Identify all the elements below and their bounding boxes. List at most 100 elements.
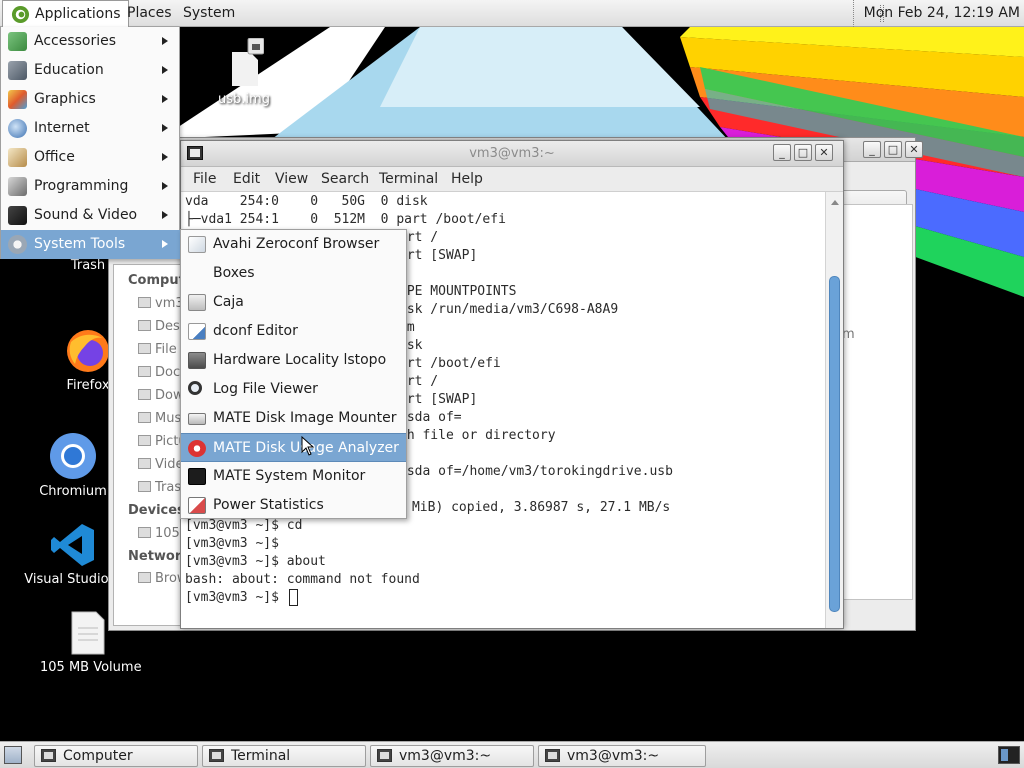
desktop-icon-label: Trash bbox=[70, 258, 106, 273]
computer-icon bbox=[41, 749, 56, 762]
taskbar-item-label: vm3@vm3:~ bbox=[399, 748, 492, 764]
sidebar-item[interactable]: Vide bbox=[138, 457, 183, 472]
close-button[interactable]: ✕ bbox=[905, 141, 923, 158]
submenu-arrow-icon bbox=[162, 66, 172, 74]
graphics-icon bbox=[8, 90, 27, 109]
submenu-item-dconf-editor[interactable]: dconf Editor bbox=[181, 317, 406, 346]
clock[interactable]: Mon Feb 24, 12:19 AM bbox=[852, 0, 1020, 27]
terminal-titlebar[interactable]: vm3@vm3:~ _ □ ✕ bbox=[181, 141, 843, 167]
taskbar-item-terminal[interactable]: Terminal bbox=[202, 745, 366, 767]
terminal-line: [vm3@vm3 ~]$ bbox=[185, 590, 287, 605]
folder-icon bbox=[138, 297, 151, 308]
taskbar-item-label: Computer bbox=[63, 748, 133, 764]
submenu-item-avahi[interactable]: Avahi Zeroconf Browser bbox=[181, 230, 406, 259]
menu-edit[interactable]: Edit bbox=[233, 171, 260, 187]
submenu-arrow-icon bbox=[162, 153, 172, 161]
menu-view[interactable]: View bbox=[275, 171, 308, 187]
menu-item-internet[interactable]: Internet bbox=[1, 114, 180, 143]
disk-mounter-icon bbox=[188, 413, 206, 425]
sidebar-item[interactable]: vm3 bbox=[138, 296, 184, 311]
desktop-icon-label: Firefox bbox=[66, 378, 110, 393]
taskbar-item-label: vm3@vm3:~ bbox=[567, 748, 660, 764]
taskbar-item-vm3-terminal-2[interactable]: vm3@vm3:~ bbox=[538, 745, 706, 767]
sidebar-item[interactable]: Dow bbox=[138, 388, 184, 403]
caja-icon bbox=[188, 294, 206, 311]
applications-menu: Accessories Education Graphics Internet … bbox=[0, 27, 180, 259]
folder-icon bbox=[138, 458, 151, 469]
submenu-arrow-icon bbox=[162, 182, 172, 190]
maximize-button[interactable]: □ bbox=[884, 141, 902, 158]
menu-item-label: Internet bbox=[34, 120, 90, 136]
terminal-line: bash: about: command not found bbox=[185, 572, 420, 587]
menu-item-education[interactable]: Education bbox=[1, 56, 180, 85]
folder-icon bbox=[138, 320, 151, 331]
chromium-icon bbox=[50, 433, 96, 479]
close-button[interactable]: ✕ bbox=[815, 144, 833, 161]
menu-item-label: Sound & Video bbox=[34, 207, 138, 223]
menu-item-programming[interactable]: Programming bbox=[1, 172, 180, 201]
lstopo-icon bbox=[188, 352, 206, 369]
menu-item-label: Graphics bbox=[34, 91, 96, 107]
places-menu-button[interactable]: Places bbox=[120, 0, 179, 27]
folder-icon bbox=[138, 435, 151, 446]
network-icon bbox=[138, 572, 151, 583]
menu-item-office[interactable]: Office bbox=[1, 143, 180, 172]
system-menu-button[interactable]: System bbox=[176, 0, 242, 27]
menu-file[interactable]: File bbox=[193, 171, 216, 187]
scroll-up-arrow-icon[interactable] bbox=[831, 196, 839, 205]
submenu-item-label: MATE Disk Image Mounter bbox=[213, 410, 397, 426]
file-view[interactable]: em bbox=[833, 204, 913, 600]
system-tools-icon bbox=[8, 235, 27, 254]
folder-icon bbox=[138, 412, 151, 423]
menu-item-graphics[interactable]: Graphics bbox=[1, 85, 180, 114]
show-desktop-button[interactable] bbox=[4, 746, 22, 764]
sidebar-item[interactable]: Musi bbox=[138, 411, 185, 426]
desktop-icon-label: usb.img bbox=[218, 92, 270, 107]
taskbar-item-computer[interactable]: Computer bbox=[34, 745, 198, 767]
submenu-item-label: Hardware Locality lstopo bbox=[213, 352, 387, 368]
menu-item-system-tools[interactable]: System Tools bbox=[1, 230, 180, 259]
menu-item-label: Education bbox=[34, 62, 104, 78]
education-icon bbox=[8, 61, 27, 80]
minimize-button[interactable]: _ bbox=[773, 144, 791, 161]
sidebar-heading-devices: Devices bbox=[128, 503, 185, 518]
maximize-button[interactable]: □ bbox=[794, 144, 812, 161]
submenu-item-caja[interactable]: Caja bbox=[181, 288, 406, 317]
internet-icon bbox=[8, 119, 27, 138]
folder-icon bbox=[138, 389, 151, 400]
menu-item-sound-video[interactable]: Sound & Video bbox=[1, 201, 180, 230]
menu-search[interactable]: Search bbox=[321, 171, 369, 187]
submenu-item-log-file-viewer[interactable]: Log File Viewer bbox=[181, 375, 406, 404]
submenu-item-system-monitor[interactable]: MATE System Monitor bbox=[181, 462, 406, 491]
workspace-switcher[interactable] bbox=[998, 746, 1020, 764]
terminal-icon bbox=[377, 749, 392, 762]
menu-item-label: System Tools bbox=[34, 236, 126, 252]
menu-item-label: Programming bbox=[34, 178, 129, 194]
scrollbar-thumb[interactable] bbox=[829, 276, 840, 612]
submenu-item-disk-usage-analyzer[interactable]: MATE Disk Usage Analyzer bbox=[181, 433, 406, 462]
submenu-item-boxes[interactable]: Boxes bbox=[181, 259, 406, 288]
menu-help[interactable]: Help bbox=[451, 171, 483, 187]
submenu-item-lstopo[interactable]: Hardware Locality lstopo bbox=[181, 346, 406, 375]
menu-item-accessories[interactable]: Accessories bbox=[1, 27, 180, 56]
sidebar-item[interactable]: Tras bbox=[138, 480, 181, 495]
submenu-item-power-statistics[interactable]: Power Statistics bbox=[181, 491, 406, 520]
submenu-item-label: dconf Editor bbox=[213, 323, 298, 339]
desktop-icon-trash[interactable]: Trash bbox=[64, 258, 112, 273]
submenu-arrow-icon bbox=[162, 124, 172, 132]
desktop-icon-usb-img[interactable]: usb.img bbox=[214, 37, 274, 107]
desktop-icon-label: Chromium bbox=[39, 484, 107, 499]
applications-menu-button[interactable]: Applications bbox=[2, 0, 129, 27]
taskbar-item-vm3-terminal[interactable]: vm3@vm3:~ bbox=[370, 745, 534, 767]
menu-terminal[interactable]: Terminal bbox=[379, 171, 438, 187]
desktop-icon-chromium[interactable]: Chromium bbox=[38, 432, 108, 499]
submenu-arrow-icon bbox=[162, 95, 172, 103]
terminal-line: vda 254:0 0 50G 0 disk bbox=[185, 194, 428, 209]
desktop-icon-label: 105 MB Volume bbox=[40, 660, 142, 675]
terminal-line-fragment: ch file or directory bbox=[399, 428, 556, 443]
desktop-icon-firefox[interactable]: Firefox bbox=[62, 328, 114, 393]
terminal-scrollbar[interactable] bbox=[825, 192, 843, 628]
submenu-item-disk-image-mounter[interactable]: MATE Disk Image Mounter bbox=[181, 404, 406, 433]
minimize-button[interactable]: _ bbox=[863, 141, 881, 158]
terminal-line-fragment: /sda of=/home/vm3/torokingdrive.usb bbox=[399, 464, 673, 479]
